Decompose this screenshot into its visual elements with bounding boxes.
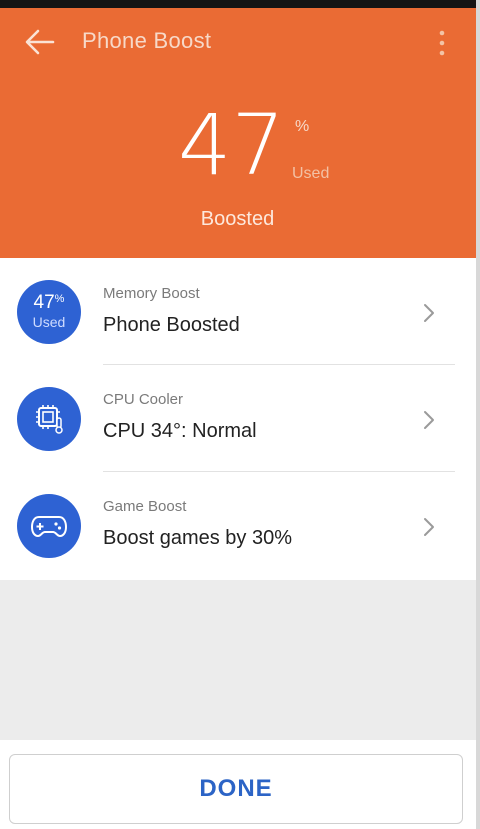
back-button[interactable] — [20, 26, 60, 58]
row-value: CPU 34°: Normal — [103, 420, 257, 442]
memory-usage-badge: 47% Used — [17, 280, 81, 344]
row-caption: Game Boost — [103, 498, 187, 515]
list-item-cpu-cooler[interactable]: CPU Cooler CPU 34°: Normal — [0, 365, 480, 472]
arrow-left-icon — [25, 29, 55, 55]
done-button-label: DONE — [199, 775, 273, 802]
row-value: Boost games by 30% — [103, 527, 292, 549]
overflow-menu-button[interactable] — [428, 26, 456, 60]
done-button[interactable]: DONE — [9, 754, 463, 824]
status-bar — [0, 0, 480, 8]
boost-options-list: 47% Used Memory Boost Phone Boosted CPU … — [0, 258, 480, 580]
used-label: Used — [292, 165, 330, 182]
row-value: Phone Boosted — [103, 314, 240, 336]
list-item-memory-boost[interactable]: 47% Used Memory Boost Phone Boosted — [0, 258, 480, 365]
percent-sign: % — [295, 118, 310, 135]
cpu-thermometer-icon — [17, 387, 81, 451]
memory-badge-value: 47% — [33, 292, 65, 314]
chevron-right-icon — [424, 518, 434, 536]
scrollbar-edge — [476, 0, 480, 829]
memory-badge-label: Used — [32, 314, 66, 331]
list-item-game-boost[interactable]: Game Boost Boost games by 30% — [0, 472, 480, 579]
row-caption: CPU Cooler — [103, 391, 184, 408]
row-caption: Memory Boost — [103, 285, 200, 302]
gamepad-icon — [17, 494, 81, 558]
more-vert-icon — [439, 30, 445, 56]
chevron-right-icon — [424, 304, 434, 322]
memory-usage-percent: 47 — [178, 96, 285, 194]
boost-status: Boosted — [200, 208, 275, 230]
boost-header: Phone Boost 47 % Used Boosted — [0, 8, 480, 258]
page-title: Phone Boost — [82, 28, 212, 53]
footer: DONE — [0, 740, 480, 829]
chevron-right-icon — [424, 411, 434, 429]
